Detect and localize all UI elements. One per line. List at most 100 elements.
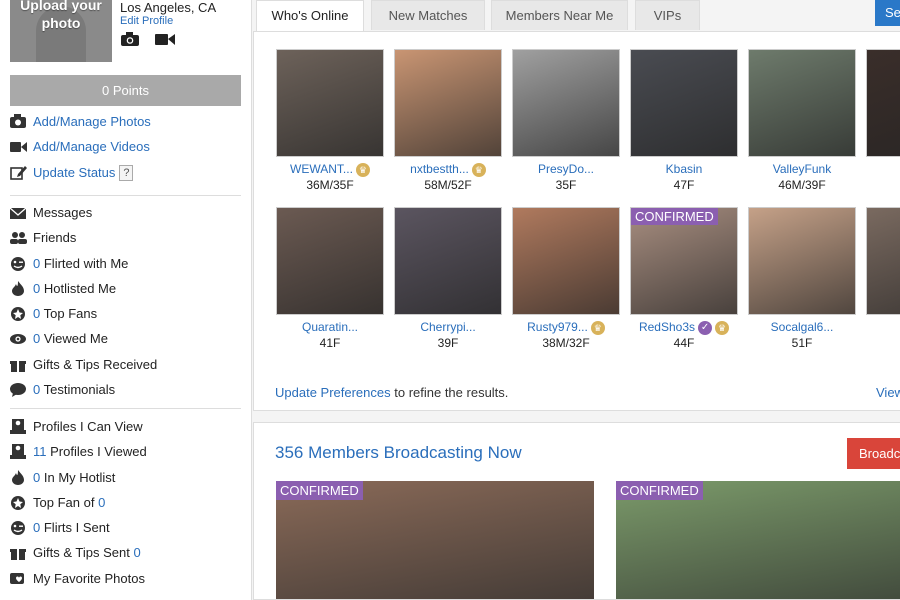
sidebar-item-count: 0 bbox=[33, 520, 41, 536]
sidebar-item-top-fans[interactable]: 0 Top Fans bbox=[10, 301, 242, 326]
sidebar-item-top-fan-of[interactable]: Top Fan of 0 bbox=[10, 490, 242, 515]
envelope-icon bbox=[10, 207, 27, 219]
member-card[interactable]: Kbasin 47F bbox=[630, 49, 738, 194]
sidebar-item-gifts-tips-sent[interactable]: Gifts & Tips Sent 0 bbox=[10, 540, 242, 565]
member-age bbox=[866, 178, 900, 194]
crown-icon: ♛ bbox=[471, 162, 486, 177]
broadcast-title[interactable]: 356 Members Broadcasting Now bbox=[275, 443, 522, 463]
member-card[interactable]: Socalgal6... 51F bbox=[748, 207, 856, 352]
member-photo[interactable]: CONFIRMED bbox=[630, 207, 738, 315]
broadcast-button[interactable]: Broadc bbox=[847, 438, 900, 469]
sidebar-item-label[interactable]: Add/Manage Photos bbox=[33, 114, 151, 129]
member-photo[interactable] bbox=[630, 49, 738, 157]
points-bar[interactable]: 0 Points bbox=[10, 75, 241, 106]
member-photo[interactable] bbox=[394, 207, 502, 315]
sidebar-item-add-manage-videos[interactable]: Add/Manage Videos bbox=[10, 134, 242, 159]
broadcast-stream-thumbnail[interactable]: CONFIRMED bbox=[616, 481, 900, 599]
sidebar-item-my-favorite-photos[interactable]: My Favorite Photos bbox=[10, 566, 242, 591]
sidebar-item-label: Gifts & Tips Received bbox=[33, 356, 158, 372]
speech-bubble-icon bbox=[10, 383, 26, 398]
flame-icon bbox=[12, 469, 24, 485]
member-name[interactable]: Kbasin bbox=[666, 162, 703, 176]
member-card[interactable]: Go4 bbox=[866, 207, 900, 352]
sidebar-item-hotlisted-me[interactable]: 0 Hotlisted Me bbox=[10, 276, 242, 301]
sidebar-item-label: Profiles I Can View bbox=[33, 419, 143, 434]
profile-location: Los Angeles, CA bbox=[120, 0, 217, 15]
member-age: 36M/35F bbox=[306, 178, 354, 192]
member-photo[interactable] bbox=[512, 207, 620, 315]
member-name[interactable]: Socalgal6... bbox=[771, 320, 834, 334]
member-card[interactable]: Rusty979... ♛ 38M/32F bbox=[512, 207, 620, 352]
broadcast-stream-thumbnail[interactable]: CONFIRMED bbox=[276, 481, 594, 599]
upload-photo-button[interactable]: Upload your photo bbox=[10, 0, 112, 62]
crown-icon: ♛ bbox=[715, 320, 730, 335]
view-all-link[interactable]: View bbox=[876, 385, 900, 400]
sidebar-item-label: Hotlisted Me bbox=[43, 280, 117, 296]
member-photo[interactable] bbox=[748, 49, 856, 157]
sidebar-item-label: Friends bbox=[33, 230, 77, 246]
sidebar-item-viewed-me[interactable]: 0 Viewed Me bbox=[10, 326, 242, 351]
sidebar-item-add-manage-photos[interactable]: Add/Manage Photos bbox=[10, 109, 242, 134]
member-card[interactable]: WEWANT... ♛ 36M/35F bbox=[276, 49, 384, 194]
star-icon bbox=[11, 495, 25, 510]
member-name[interactable]: Cherrypi... bbox=[420, 320, 475, 334]
sidebar-item-label: My Favorite Photos bbox=[33, 570, 145, 586]
member-photo[interactable] bbox=[276, 207, 384, 315]
member-card[interactable]: PresyDo... 35F bbox=[512, 49, 620, 194]
member-name[interactable]: PresyDo... bbox=[538, 162, 594, 176]
whos-online-panel: WEWANT... ♛ 36M/35F nxtbestth... ♛ 58M/52F Pre… bbox=[253, 31, 900, 411]
sidebar-item-label: Top Fan of bbox=[33, 494, 95, 510]
sidebar-item-friends[interactable]: Friends bbox=[10, 225, 242, 250]
sidebar-item-gifts-tips-received[interactable]: Gifts & Tips Received bbox=[10, 352, 242, 377]
member-card[interactable]: ValleyFunk 46M/39F bbox=[748, 49, 856, 194]
tab-whos-online[interactable]: Who's Online bbox=[256, 0, 364, 32]
sidebar-item-profiles-i-viewed[interactable]: 11 Profiles I Viewed bbox=[10, 439, 242, 464]
member-card[interactable]: nxtbestth... ♛ 58M/52F bbox=[394, 49, 502, 194]
sidebar-item-profiles-i-can-view[interactable]: Profiles I Can View bbox=[10, 414, 242, 439]
tab-vips[interactable]: VIPs bbox=[635, 0, 700, 30]
member-card[interactable]: ma bbox=[866, 49, 900, 194]
member-name[interactable]: ValleyFunk bbox=[773, 162, 831, 176]
sidebar-item-label[interactable]: Update Status bbox=[33, 165, 115, 180]
tab-new-matches[interactable]: New Matches bbox=[371, 0, 485, 30]
friends-icon bbox=[10, 232, 27, 245]
member-name[interactable]: WEWANT... bbox=[290, 162, 353, 176]
camera-icon[interactable] bbox=[121, 32, 139, 46]
sidebar-item-update-status[interactable]: Update Status? bbox=[10, 160, 242, 185]
member-photo[interactable] bbox=[866, 207, 900, 315]
member-age: 44F bbox=[673, 336, 695, 350]
edit-profile-link[interactable]: Edit Profile bbox=[120, 15, 173, 27]
member-name[interactable]: RedSho3s bbox=[639, 320, 695, 334]
sidebar-item-count: 0 bbox=[33, 331, 41, 347]
main-content: Who's Online New Matches Members Near Me… bbox=[253, 0, 900, 600]
member-photo[interactable] bbox=[866, 49, 900, 157]
sidebar-item-flirts-i-sent[interactable]: 0 Flirts I Sent bbox=[10, 515, 242, 540]
member-card[interactable]: CONFIRMED RedSho3s ✓ ♛ 44F bbox=[630, 207, 738, 352]
help-icon[interactable]: ? bbox=[119, 165, 134, 182]
member-card[interactable]: Quaratin... 41F bbox=[276, 207, 384, 352]
preferences-text: to refine the results. bbox=[390, 385, 509, 400]
member-photo[interactable] bbox=[512, 49, 620, 157]
sidebar-item-label: In My Hotlist bbox=[43, 469, 116, 485]
member-photo[interactable] bbox=[394, 49, 502, 157]
member-card[interactable]: Cherrypi... 39F bbox=[394, 207, 502, 352]
member-age: 41F bbox=[319, 336, 341, 350]
sidebar-item-testimonials[interactable]: 0 Testimonials bbox=[10, 377, 242, 402]
video-camera-icon[interactable] bbox=[155, 32, 175, 46]
member-photo[interactable] bbox=[748, 207, 856, 315]
sidebar-item-messages[interactable]: Messages bbox=[10, 200, 242, 225]
sidebar-item-flirted-with-me[interactable]: 0 Flirted with Me bbox=[10, 251, 242, 276]
tab-members-near-me[interactable]: Members Near Me bbox=[491, 0, 628, 30]
search-button[interactable]: Se bbox=[875, 0, 900, 26]
member-age: 51F bbox=[791, 336, 813, 350]
update-preferences-link[interactable]: Update Preferences bbox=[275, 385, 391, 400]
member-name[interactable]: Quaratin... bbox=[302, 320, 358, 334]
sidebar-item-label[interactable]: Add/Manage Videos bbox=[33, 139, 150, 154]
heart-photo-icon bbox=[10, 572, 24, 584]
member-name[interactable]: Rusty979... bbox=[527, 320, 588, 334]
sidebar-item-in-my-hotlist[interactable]: 0 In My Hotlist bbox=[10, 465, 242, 490]
member-photo[interactable] bbox=[276, 49, 384, 157]
sidebar-item-label: Top Fans bbox=[43, 306, 98, 322]
sidebar-item-label: Profiles I Viewed bbox=[50, 444, 147, 460]
member-name[interactable]: nxtbestth... bbox=[410, 162, 469, 176]
